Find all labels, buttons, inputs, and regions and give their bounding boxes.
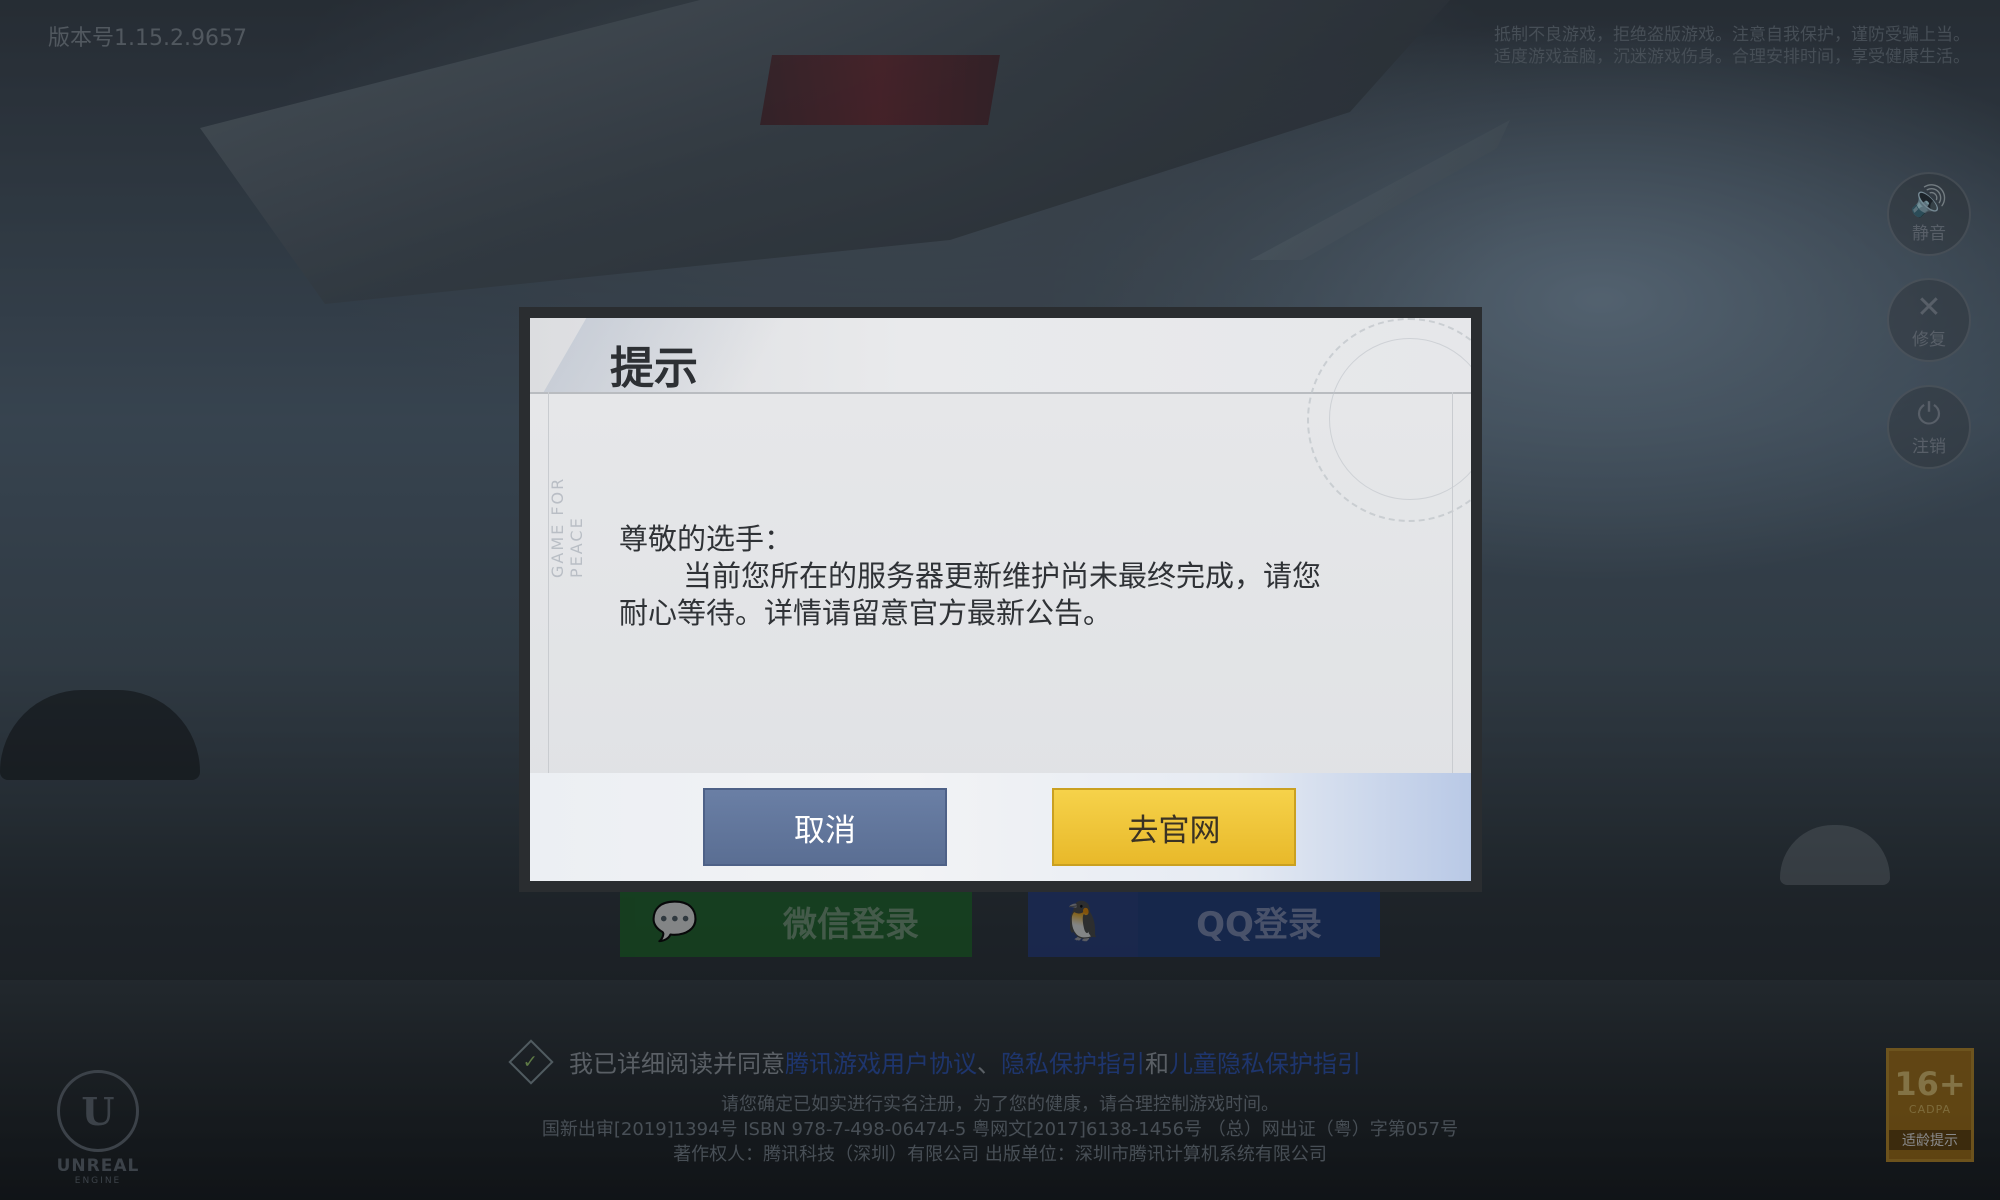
- dialog-message: 尊敬的选手： 当前您所在的服务器更新维护尚未最终完成，请您 耐心等待。详情请留意…: [619, 521, 1419, 632]
- cancel-button[interactable]: 取消: [703, 788, 947, 866]
- dialog-side-text: GAME FOR PEACE: [548, 476, 586, 578]
- dialog-message-line: 当前您所在的服务器更新维护尚未最终完成，请您: [683, 559, 1322, 593]
- dialog-message-line: 耐心等待。详情请留意官方最新公告。: [619, 596, 1113, 630]
- dialog-footer: 取消 去官网: [530, 773, 1471, 881]
- maintenance-dialog: 提示 GAME FOR PEACE 尊敬的选手： 当前您所在的服务器更新维护尚未…: [530, 318, 1471, 881]
- dialog-title: 提示: [610, 343, 698, 394]
- go-official-site-button[interactable]: 去官网: [1052, 788, 1296, 866]
- dialog-greeting: 尊敬的选手：: [619, 522, 794, 556]
